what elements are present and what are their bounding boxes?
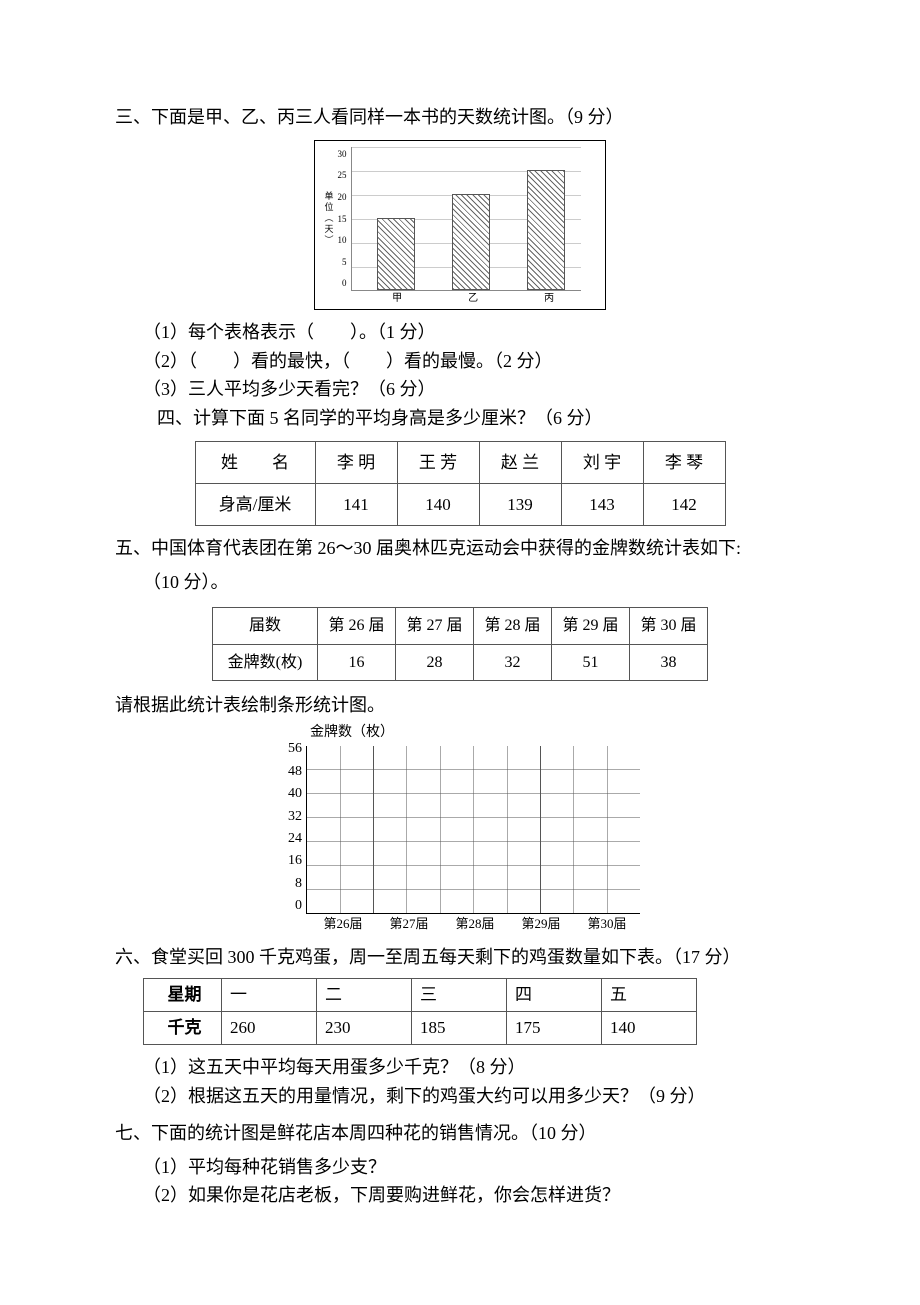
y-axis-ticks: 30 25 20 15 10 5 0: [338, 147, 351, 291]
chart2-yaxis: 56 48 40 32 24 16 8 0: [280, 738, 306, 913]
section-7-title: 七、下面的统计图是鲜花店本周四种花的销售情况。（10 分）: [115, 1119, 805, 1148]
q3-1: （1）每个表格表示（ ）。（1 分）: [115, 318, 805, 347]
chart2-xaxis: 第26届 第27届 第28届 第29届 第30届: [310, 914, 640, 935]
table-row: 届数 第 26 届 第 27 届 第 28 届 第 29 届 第 30 届: [213, 607, 708, 644]
plot-area: [351, 147, 581, 291]
section-4-title: 四、计算下面 5 名同学的平均身高是多少厘米？（6 分）: [115, 404, 805, 433]
table-eggs: 星期 一 二 三 四 五 千克 260 230 185 175 140: [143, 978, 697, 1045]
q7-2: （2）如果你是花店老板，下周要购进鲜花，你会怎样进货？: [115, 1181, 805, 1210]
table-row: 星期 一 二 三 四 五: [144, 978, 697, 1011]
table-row: 身高/厘米 141 140 139 143 142: [195, 484, 725, 526]
q6-2: （2）根据这五天的用量情况，剩下的鸡蛋大约可以用多少天？（9 分）: [115, 1082, 805, 1111]
table-row: 金牌数(枚) 16 28 32 51 38: [213, 644, 708, 681]
chart-blank-grid: 金牌数（枚） 56 48 40 32 24 16 8 0 第26届 第27届 第…: [115, 722, 805, 935]
section-3-title: 三、下面是甲、乙、丙三人看同样一本书的天数统计图。（9 分）: [115, 103, 805, 132]
table-row: 姓 名 李 明 王 芳 赵 兰 刘 宇 李 琴: [195, 441, 725, 483]
bar-jia: [377, 218, 415, 290]
chart2-ylabel: 金牌数（枚）: [310, 722, 640, 744]
y-axis-label: 单位（天）: [321, 191, 335, 246]
chart-reading-days: 单位（天） 30 25 20 15 10 5 0: [115, 140, 805, 310]
bar-yi: [452, 194, 490, 290]
q7-1: （1）平均每种花销售多少支？: [115, 1153, 805, 1182]
table-gold-medals: 届数 第 26 届 第 27 届 第 28 届 第 29 届 第 30 届 金牌…: [212, 607, 708, 681]
section-5-points: （10 分）。: [115, 568, 805, 597]
table-heights: 姓 名 李 明 王 芳 赵 兰 刘 宇 李 琴 身高/厘米 141 140 13…: [195, 441, 726, 526]
bar-bing: [527, 170, 565, 290]
q3-3: （3）三人平均多少天看完？（6 分）: [115, 375, 805, 404]
table-row: 千克 260 230 185 175 140: [144, 1012, 697, 1045]
section-5-instruction: 请根据此统计表绘制条形统计图。: [115, 691, 805, 720]
chart2-grid: [306, 746, 640, 914]
section-5-title: 五、中国体育代表团在第 26～30 届奥林匹克运动会中获得的金牌数统计表如下:: [115, 534, 805, 563]
q3-2: （2）（ ）看的最快，（ ）看的最慢。（2 分）: [115, 347, 805, 376]
section-6-title: 六、食堂买回 300 千克鸡蛋，周一至周五每天剩下的鸡蛋数量如下表。（17 分）: [115, 943, 805, 972]
q6-1: （1）这五天中平均每天用蛋多少千克？（8 分）: [115, 1053, 805, 1082]
x-axis-categories: 甲 乙 丙: [355, 291, 595, 307]
